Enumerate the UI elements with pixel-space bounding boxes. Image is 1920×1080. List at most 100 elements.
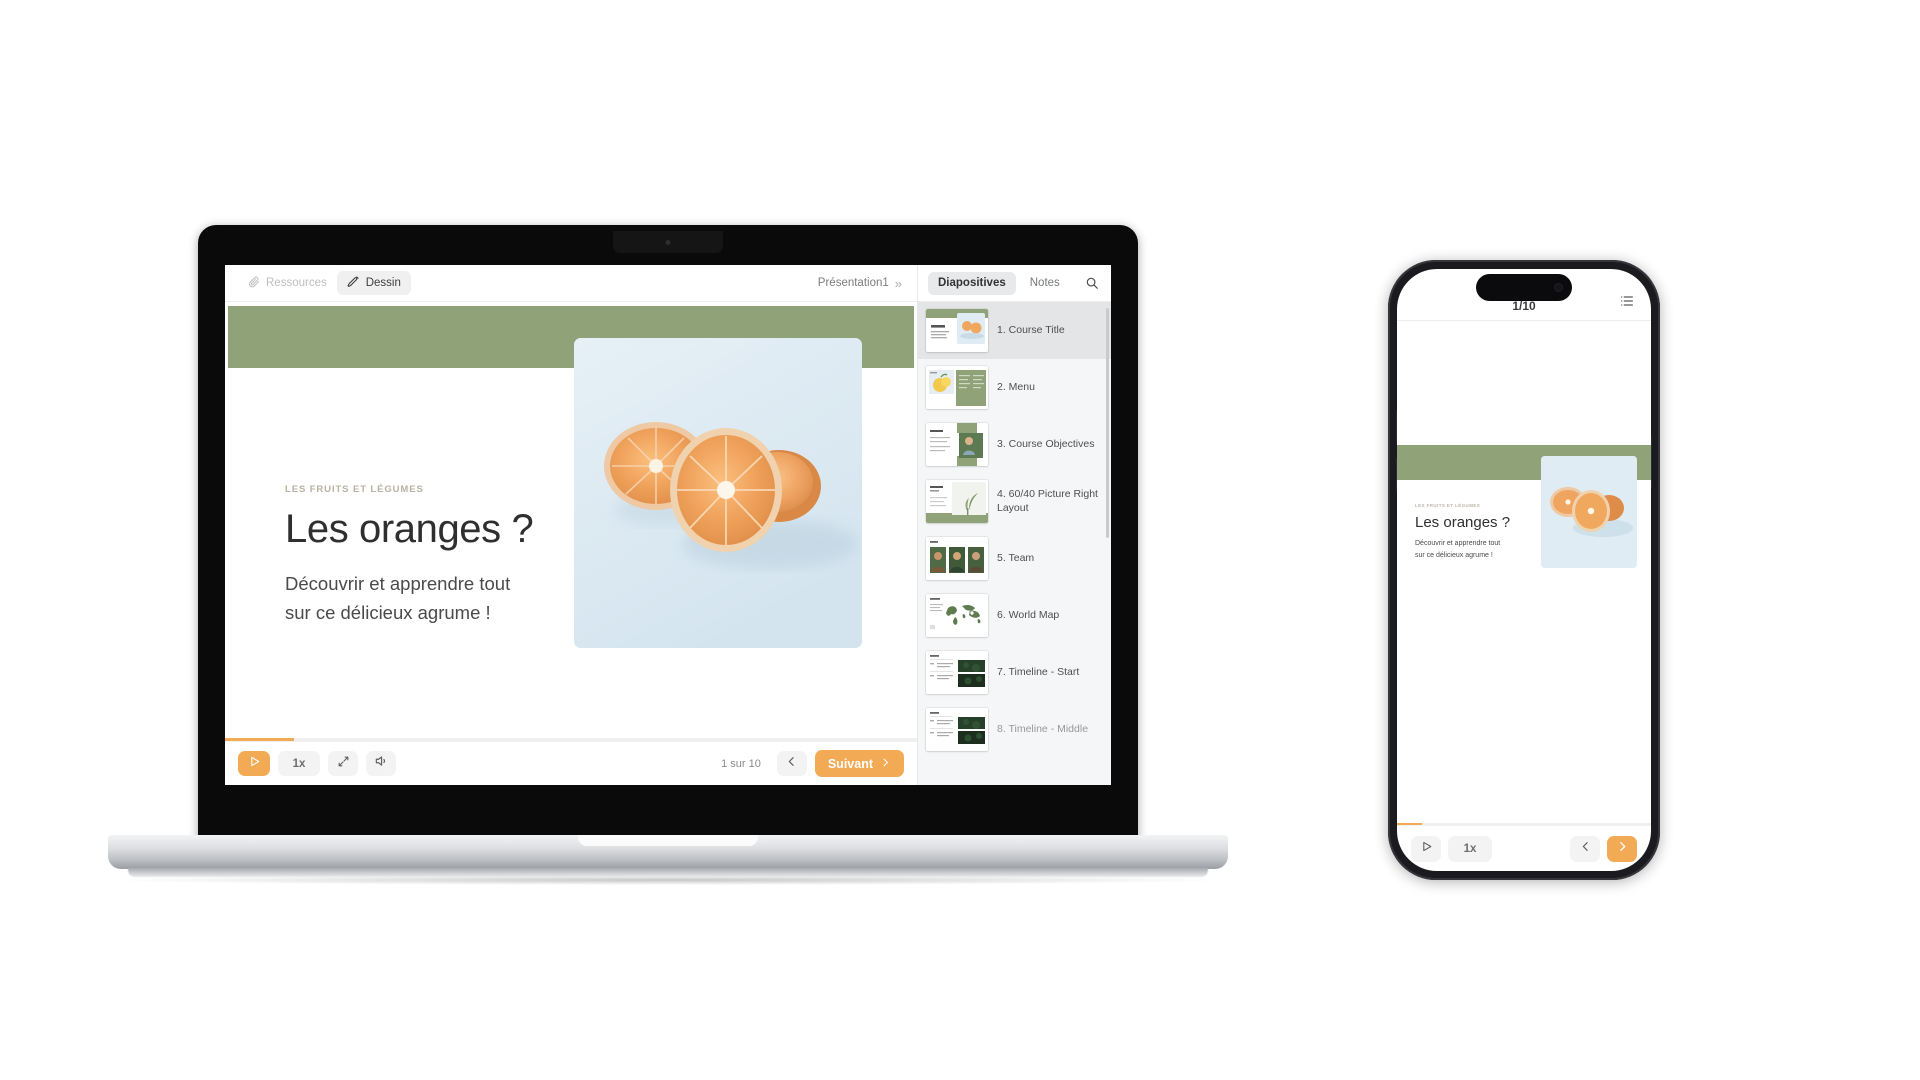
volume-button[interactable] bbox=[366, 751, 396, 776]
chevron-left-icon bbox=[785, 755, 798, 773]
slide-thumbnail-image bbox=[926, 594, 988, 637]
slide-thumbnail-label: 2. Menu bbox=[997, 380, 1035, 393]
slide-thumbnail-row[interactable]: 5. Team bbox=[918, 530, 1111, 587]
phone-page-indicator: 1/10 bbox=[1512, 299, 1536, 313]
phone-slide-text-block: LES FRUITS ET LÉGUMES Les oranges ? Déco… bbox=[1415, 503, 1525, 562]
fullscreen-button[interactable] bbox=[328, 751, 358, 776]
slide-subtitle-line2: sur ce délicieux agrume ! bbox=[285, 601, 491, 623]
chevron-right-icon bbox=[880, 757, 891, 771]
phone-slide-subtitle: Découvrir et apprendre tout sur ce délic… bbox=[1415, 538, 1525, 563]
slide-thumbnail-image bbox=[926, 537, 988, 580]
panel-scrollbar[interactable] bbox=[1106, 308, 1109, 538]
slide-thumbnail-label: 8. Timeline - Middle bbox=[997, 722, 1089, 735]
slide-thumbnail-label: 3. Course Objectives bbox=[997, 437, 1095, 450]
slide-thumbnail-list[interactable]: 1. Course Title 2. Menu 3. Course Objectiv… bbox=[918, 302, 1111, 785]
presentation-app: Ressources Dessin Présentation1 » LES FR… bbox=[225, 265, 1111, 785]
app-main-column: Ressources Dessin Présentation1 » LES FR… bbox=[225, 265, 917, 785]
phone-slide-photo-oranges bbox=[1541, 456, 1637, 568]
laptop-camera-notch bbox=[613, 231, 723, 253]
slide-thumbnail-row[interactable]: 2. Menu bbox=[918, 359, 1111, 416]
phone-progress-bar[interactable] bbox=[1397, 823, 1651, 825]
slide-title: Les oranges ? bbox=[285, 507, 534, 551]
phone-progress-fill bbox=[1397, 823, 1423, 825]
slide-thumbnail-image bbox=[926, 423, 988, 466]
phone-play-button[interactable] bbox=[1411, 835, 1441, 862]
fullscreen-icon bbox=[337, 755, 350, 773]
draw-button[interactable]: Dessin bbox=[336, 271, 411, 295]
phone-previous-button[interactable] bbox=[1570, 835, 1600, 862]
slide-photo-oranges bbox=[574, 338, 862, 648]
slide-thumbnail-row[interactable]: 1. Course Title bbox=[918, 302, 1111, 359]
phone-dynamic-island bbox=[1476, 274, 1572, 301]
volume-icon bbox=[374, 754, 388, 773]
laptop-base bbox=[108, 835, 1228, 869]
slide-text-block: LES FRUITS ET LÉGUMES Les oranges ? Déco… bbox=[285, 484, 595, 627]
slide-thumbnail-label: 1. Course Title bbox=[997, 323, 1065, 336]
slide-subtitle: Découvrir et apprendre tout sur ce délic… bbox=[285, 570, 595, 626]
slide-kicker: LES FRUITS ET LÉGUMES bbox=[285, 484, 424, 495]
slide-thumbnail-row[interactable]: 4. 60/40 Picture Right Layout bbox=[918, 473, 1111, 530]
next-label: Suivant bbox=[827, 756, 873, 771]
phone-mockup: 1/10 LES FRUITS ET LÉGUMES Les oranges ?… bbox=[1374, 260, 1674, 900]
slide-stage: LES FRUITS ET LÉGUMES Les oranges ? Déco… bbox=[225, 302, 917, 738]
paperclip-icon bbox=[248, 276, 260, 291]
chevron-double-right-icon[interactable]: » bbox=[895, 276, 902, 291]
progress-fill bbox=[225, 738, 295, 741]
slide-thumbnail-image bbox=[926, 480, 988, 523]
speed-button[interactable]: 1x bbox=[278, 751, 320, 776]
playback-controls: 1x 1 sur 10 Suivant bbox=[225, 741, 917, 785]
slide-thumbnail-label: 6. World Map bbox=[997, 608, 1060, 621]
play-button[interactable] bbox=[238, 751, 270, 776]
presentation-title: Présentation1 bbox=[817, 277, 889, 289]
laptop-screen: Ressources Dessin Présentation1 » LES FR… bbox=[225, 265, 1111, 785]
page-counter: 1 sur 10 bbox=[721, 757, 761, 770]
laptop-lid: Ressources Dessin Présentation1 » LES FR… bbox=[198, 225, 1138, 850]
tab-notes[interactable]: Notes bbox=[1020, 272, 1070, 295]
slides-list-icon[interactable] bbox=[1619, 293, 1635, 314]
chevron-left-icon bbox=[1579, 840, 1592, 858]
presentation-title-area[interactable]: Présentation1 » bbox=[818, 276, 904, 291]
phone-slide-subtitle-line1: Découvrir et apprendre tout bbox=[1415, 539, 1501, 547]
phone-body: 1/10 LES FRUITS ET LÉGUMES Les oranges ?… bbox=[1388, 260, 1660, 880]
search-icon[interactable] bbox=[1085, 276, 1101, 290]
phone-speed-button[interactable]: 1x bbox=[1448, 835, 1492, 862]
draw-label: Dessin bbox=[365, 277, 401, 289]
tab-diapositives[interactable]: Diapositives bbox=[928, 271, 1016, 295]
phone-slide-title: Les oranges ? bbox=[1415, 514, 1511, 531]
play-icon bbox=[1420, 840, 1433, 858]
slide-thumbnail-image bbox=[926, 366, 988, 409]
slide-thumbnail-label: 5. Team bbox=[997, 551, 1035, 564]
progress-bar[interactable] bbox=[225, 738, 917, 741]
slide-thumbnail-row[interactable]: 7. Timeline - Start bbox=[918, 644, 1111, 701]
slide-thumbnail-image bbox=[926, 708, 988, 751]
slide-thumbnail-row[interactable]: 6. World Map bbox=[918, 587, 1111, 644]
slide-subtitle-line1: Découvrir et apprendre tout bbox=[285, 573, 511, 595]
resources-button[interactable]: Ressources bbox=[238, 271, 337, 295]
slide-thumbnail-label: 7. Timeline - Start bbox=[997, 665, 1080, 678]
play-icon bbox=[248, 755, 261, 773]
panel-tabs: Diapositives Notes bbox=[918, 265, 1111, 302]
phone-playback-controls: 1x bbox=[1397, 825, 1651, 871]
phone-screen: 1/10 LES FRUITS ET LÉGUMES Les oranges ?… bbox=[1397, 269, 1651, 871]
slide-thumbnail-image bbox=[926, 309, 988, 352]
orange-halves-illustration-small bbox=[1541, 456, 1637, 568]
slide-thumbnail-row[interactable]: 8. Timeline - Middle bbox=[918, 701, 1111, 758]
resources-label: Ressources bbox=[266, 277, 327, 289]
laptop-mockup: Ressources Dessin Présentation1 » LES FR… bbox=[108, 225, 1228, 915]
slide-thumbnail-row[interactable]: 3. Course Objectives bbox=[918, 416, 1111, 473]
progress-track bbox=[225, 738, 917, 741]
phone-next-button[interactable] bbox=[1607, 835, 1637, 862]
laptop-foot bbox=[128, 868, 1208, 877]
previous-slide-button[interactable] bbox=[776, 751, 807, 776]
orange-halves-illustration bbox=[574, 338, 862, 648]
phone-current-slide: LES FRUITS ET LÉGUMES Les oranges ? Déco… bbox=[1397, 445, 1651, 581]
camera-icon bbox=[665, 240, 671, 245]
slide-thumbnail-image bbox=[926, 651, 988, 694]
app-toolbar: Ressources Dessin Présentation1 » bbox=[225, 265, 917, 302]
phone-slide-kicker: LES FRUITS ET LÉGUMES bbox=[1415, 503, 1481, 508]
phone-slide-subtitle-line2: sur ce délicieux agrume ! bbox=[1415, 552, 1493, 559]
phone-slide-stage: LES FRUITS ET LÉGUMES Les oranges ? Déco… bbox=[1397, 321, 1651, 823]
current-slide: LES FRUITS ET LÉGUMES Les oranges ? Déco… bbox=[228, 306, 914, 730]
next-slide-button[interactable]: Suivant bbox=[814, 750, 904, 777]
chevron-right-icon bbox=[1616, 840, 1629, 858]
